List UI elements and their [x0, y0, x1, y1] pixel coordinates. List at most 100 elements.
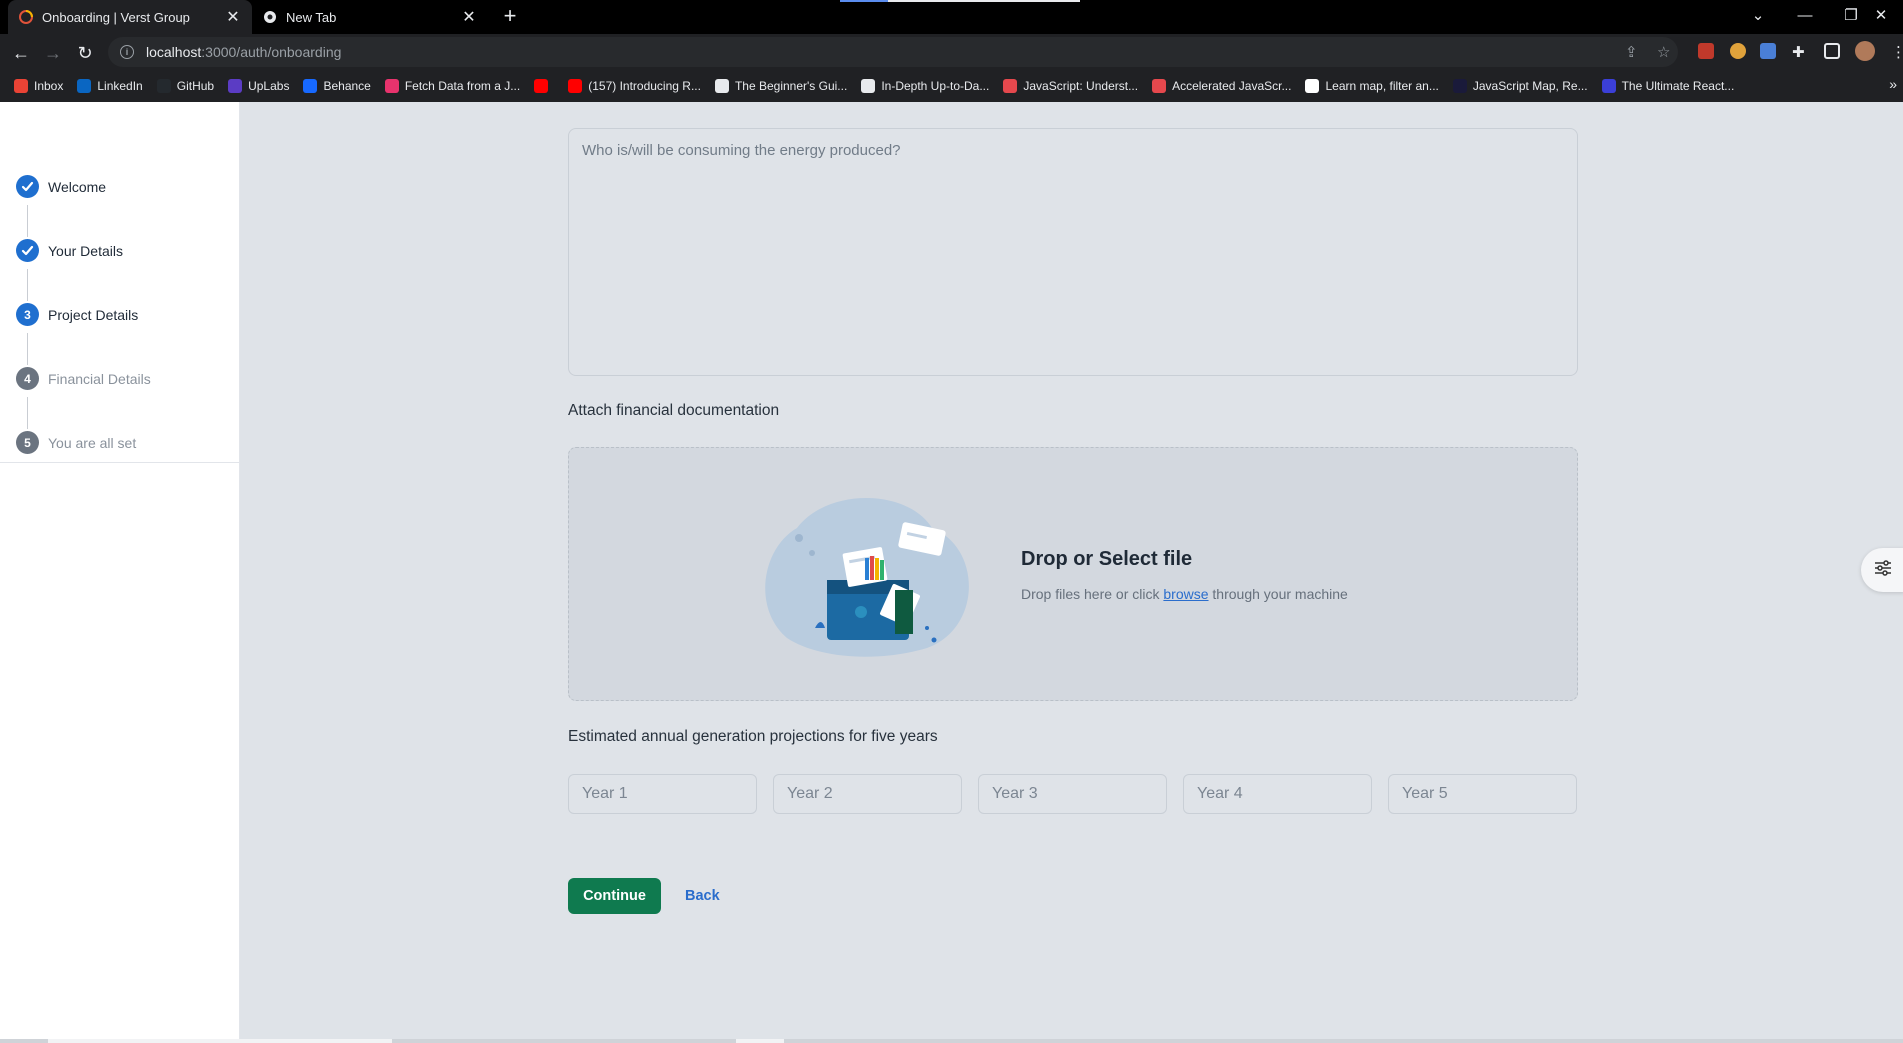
step-label: Welcome [48, 178, 107, 195]
step-connector [27, 333, 28, 365]
extension-cookie-icon[interactable] [1730, 43, 1746, 59]
year-5-input[interactable] [1388, 774, 1577, 814]
forward-arrow-icon[interactable]: → [40, 40, 66, 66]
energy-consumer-textarea[interactable] [568, 128, 1578, 376]
bookmark-item[interactable]: LinkedIn [77, 79, 143, 93]
year-1-input[interactable] [568, 774, 757, 814]
site-info-icon[interactable]: i [120, 45, 134, 59]
github-icon [156, 79, 171, 93]
tab-strip: Onboarding | Verst Group ✕ New Tab ✕ + ⌄… [0, 0, 1903, 34]
onboarding-sidebar: Welcome Your Details 3 Project Details 4… [0, 102, 240, 1043]
step-connector [27, 269, 28, 301]
bookmark-item[interactable]: In-Depth Up-to-Da... [861, 79, 989, 93]
ghost-icon [714, 79, 729, 93]
browser-toolbar: ← → ↻ i localhost:3000/auth/onboarding ⇪… [0, 34, 1903, 70]
year-2-input[interactable] [773, 774, 962, 814]
back-arrow-icon[interactable]: ← [8, 40, 34, 66]
close-tab-icon[interactable]: ✕ [224, 7, 242, 27]
bookmark-item[interactable]: Accelerated JavaScr... [1152, 79, 1291, 93]
step-project-details[interactable]: 3 Project Details [16, 303, 138, 326]
tab-title: New Tab [286, 9, 337, 25]
verst-favicon-icon [18, 9, 34, 25]
bookmark-label: Inbox [34, 79, 64, 93]
udemy-icon [1152, 79, 1167, 93]
bookmark-item[interactable]: Fetch Data from a J... [384, 79, 521, 93]
bookmark-label: JavaScript Map, Re... [1472, 79, 1588, 93]
step-number: 5 [16, 431, 39, 454]
continue-button[interactable]: Continue [568, 878, 661, 914]
bookmarks-overflow-icon[interactable]: » [1889, 76, 1897, 92]
extension-translate-icon[interactable] [1760, 43, 1776, 59]
profile-avatar[interactable] [1855, 41, 1875, 61]
attach-label: Attach financial documentation [568, 402, 780, 419]
tab-onboarding[interactable]: Onboarding | Verst Group ✕ [8, 0, 252, 34]
settings-sliders-button[interactable] [1861, 548, 1903, 592]
dropzone-title: Drop or Select file [1021, 548, 1193, 570]
bookmark-item[interactable]: UpLabs [228, 79, 289, 93]
bookmark-item[interactable]: The Beginner's Gui... [714, 79, 848, 93]
bookmark-item[interactable]: (157) Introducing R... [568, 79, 701, 93]
url-host: localhost [146, 44, 202, 60]
bookmark-label: The Beginner's Gui... [734, 79, 848, 93]
url-path: :3000/auth/onboarding [201, 44, 342, 60]
extensions-puzzle-icon[interactable]: ✚ [1792, 43, 1805, 61]
step-label: Project Details [48, 306, 139, 323]
address-bar[interactable]: i localhost:3000/auth/onboarding [108, 37, 1678, 67]
share-icon[interactable]: ⇪ [1625, 43, 1638, 61]
main-content: Attach financial documentation [241, 102, 1903, 1043]
window-close-icon[interactable]: ✕ [1859, 0, 1903, 30]
bookmark-star-icon[interactable]: ☆ [1657, 43, 1670, 61]
extension-pdf-icon[interactable] [1698, 43, 1714, 59]
bookmark-label: Fetch Data from a J... [404, 79, 521, 93]
gmail-icon [14, 79, 28, 93]
year-4-input[interactable] [1183, 774, 1372, 814]
chrome-favicon-icon [262, 9, 278, 25]
sliders-icon [1874, 559, 1892, 581]
tab-search-chevron-icon[interactable]: ⌄ [1736, 0, 1780, 30]
tab-strip-indicator [840, 0, 1080, 2]
browser-chrome: Onboarding | Verst Group ✕ New Tab ✕ + ⌄… [0, 0, 1903, 102]
bookmark-item[interactable]: JavaScript: Underst... [1003, 79, 1138, 93]
file-dropzone[interactable]: Drop or Select file Drop files here or c… [568, 447, 1578, 701]
bookmark-label: UpLabs [248, 79, 290, 93]
bookmark-item[interactable] [534, 79, 554, 93]
projections-label: Estimated annual generation projections … [568, 728, 938, 745]
bookmark-item[interactable]: JavaScript Map, Re... [1452, 79, 1588, 93]
bookmark-label: (157) Introducing R... [588, 79, 701, 93]
bookmark-item[interactable]: Learn map, filter an... [1305, 79, 1439, 93]
udemy-icon [1003, 79, 1018, 93]
bookmark-label: The Ultimate React... [1621, 79, 1735, 93]
bookmark-label: In-Depth Up-to-Da... [881, 79, 990, 93]
bookmark-item[interactable]: Inbox [14, 79, 63, 93]
menu-kebab-icon[interactable]: ⋮ [1891, 43, 1903, 61]
lambda-icon [1452, 79, 1467, 93]
year-3-input[interactable] [978, 774, 1167, 814]
check-icon [16, 239, 39, 262]
side-panel-icon[interactable] [1824, 43, 1840, 59]
bookmarks-bar: Inbox LinkedIn GitHub UpLabs Behance Fetch Da… [0, 72, 1903, 100]
step-all-set[interactable]: 5 You are all set [16, 431, 136, 454]
back-button[interactable]: Back [675, 878, 730, 914]
bookmark-item[interactable]: The Ultimate React... [1601, 79, 1735, 93]
step-your-details[interactable]: Your Details [16, 239, 123, 262]
horizontal-scrollbar[interactable] [0, 1039, 1903, 1043]
step-number: 4 [16, 367, 39, 390]
medium-icon [1305, 79, 1320, 93]
reload-icon[interactable]: ↻ [72, 40, 98, 66]
tab-title: Onboarding | Verst Group [42, 9, 190, 25]
browse-link[interactable]: browse [1163, 586, 1208, 602]
step-financial-details[interactable]: 4 Financial Details [16, 367, 151, 390]
step-connector [27, 205, 28, 237]
dropzone-sub-before: Drop files here or click [1021, 586, 1164, 602]
minimize-icon[interactable]: — [1783, 0, 1827, 30]
new-tab-plus-icon[interactable]: + [498, 5, 522, 29]
bookmark-label: GitHub [176, 79, 215, 93]
uplabs-icon [228, 79, 243, 93]
bookmark-item[interactable]: Behance [303, 79, 371, 93]
close-tab-icon[interactable]: ✕ [460, 7, 478, 27]
bookmark-item[interactable]: GitHub [156, 79, 215, 93]
tab-new-tab[interactable]: New Tab ✕ [252, 0, 488, 34]
youtube-icon [534, 79, 549, 93]
step-welcome[interactable]: Welcome [16, 175, 106, 198]
step-connector [27, 397, 28, 429]
